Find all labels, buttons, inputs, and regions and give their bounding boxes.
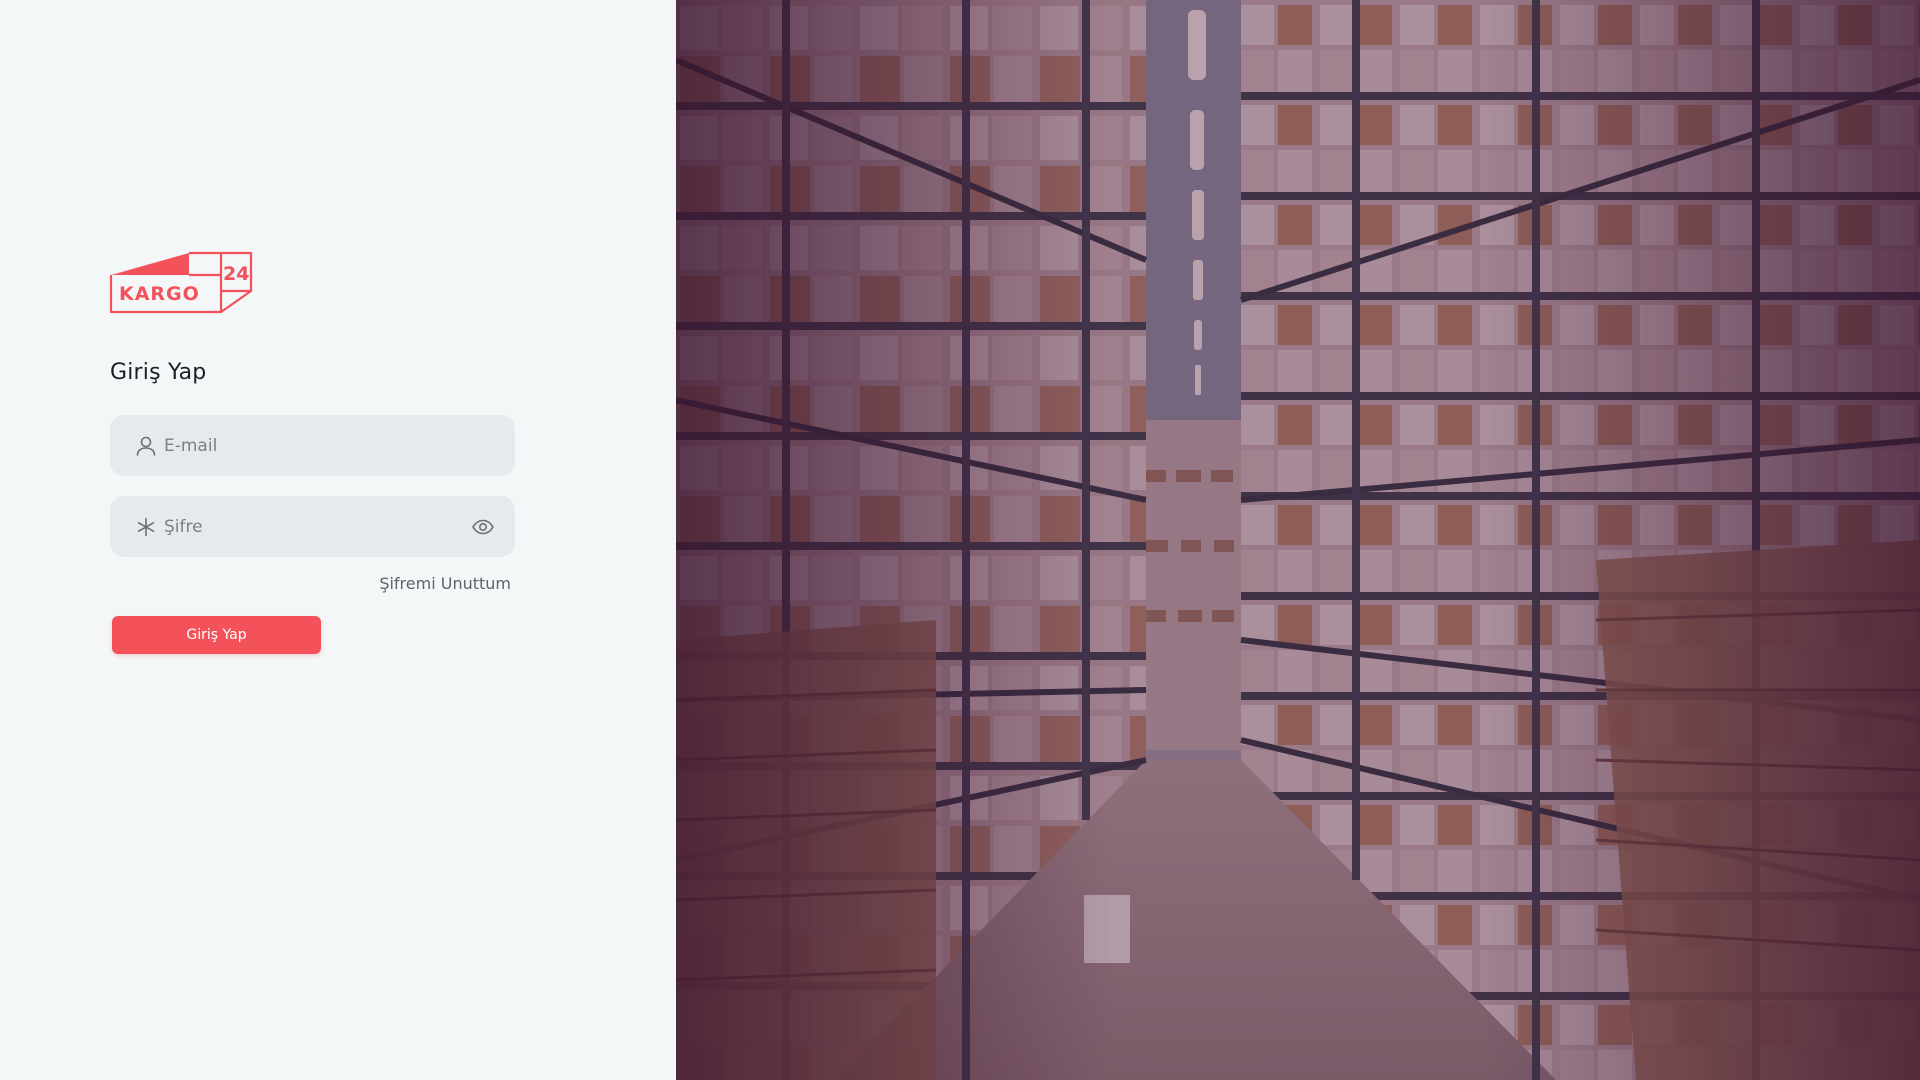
password-input[interactable] xyxy=(164,496,454,557)
logo-text: KARGO xyxy=(119,283,200,305)
warehouse-hero-image xyxy=(676,0,1920,1080)
login-button[interactable]: Giriş Yap xyxy=(112,616,321,654)
password-field[interactable] xyxy=(110,496,515,557)
user-icon xyxy=(136,436,156,456)
forgot-password-link[interactable]: Şifremi Unuttum xyxy=(379,574,511,593)
login-panel: KARGO 24 Giriş Yap E-mail Şifremi Unuttu… xyxy=(0,0,676,1080)
warehouse-aisle-illustration xyxy=(676,0,1920,1080)
eye-icon[interactable] xyxy=(471,515,495,539)
kargo24-logo: KARGO 24 xyxy=(109,251,253,314)
email-field[interactable] xyxy=(110,415,515,476)
logo-number: 24 xyxy=(223,263,249,285)
page-title: Giriş Yap xyxy=(110,360,207,385)
login-page: KARGO 24 Giriş Yap E-mail Şifremi Unuttu… xyxy=(0,0,1920,1080)
asterisk-icon xyxy=(137,517,155,537)
email-input[interactable] xyxy=(164,415,454,476)
